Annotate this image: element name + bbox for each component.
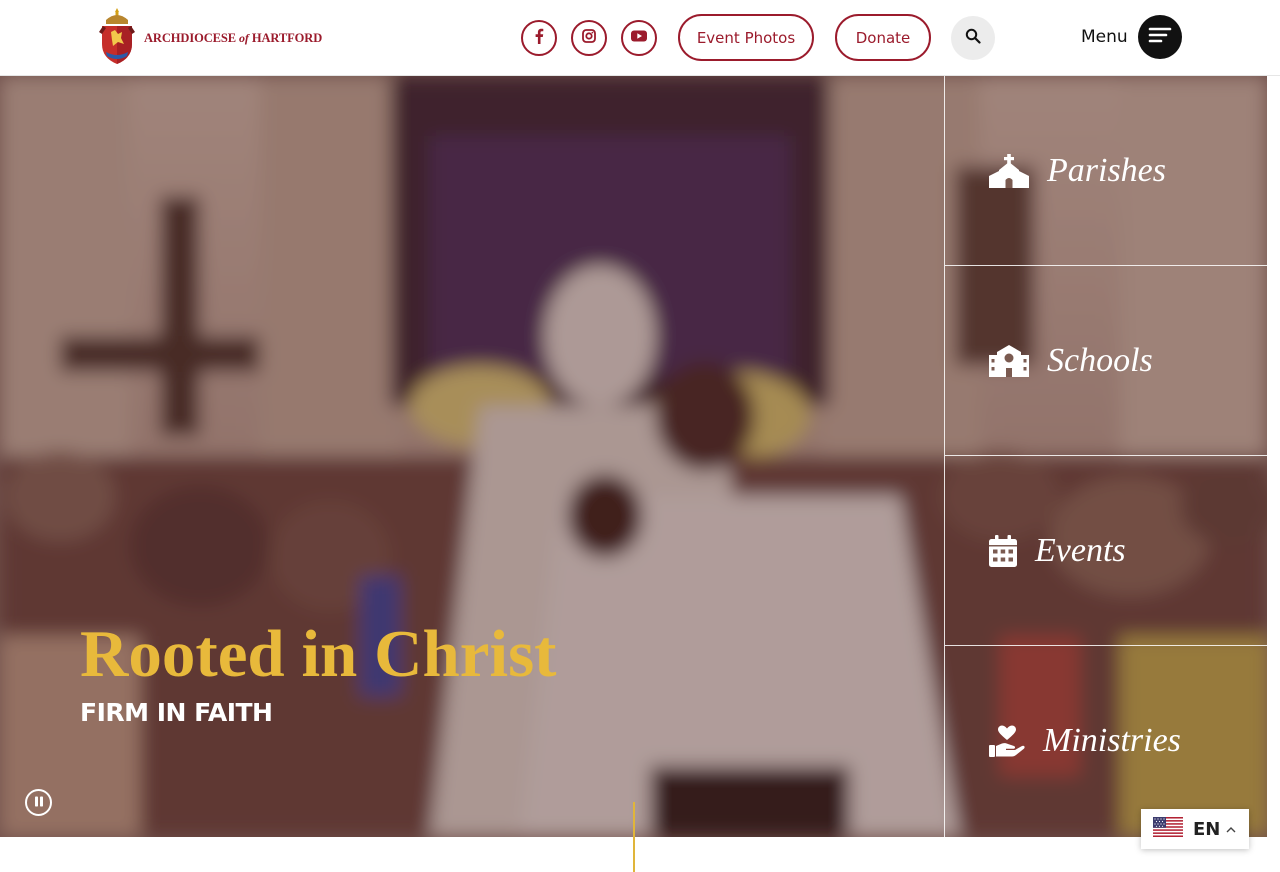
quick-link-events[interactable]: Events	[945, 456, 1267, 646]
search-button[interactable]	[951, 16, 995, 60]
event-photos-label: Event Photos	[696, 28, 796, 47]
pause-icon	[34, 794, 44, 812]
slideshow-pause-button[interactable]	[25, 789, 52, 816]
archdiocese-logo[interactable]: ARCHDIOCESE of HARTFORD	[98, 7, 322, 69]
quick-link-schools[interactable]: Schools	[945, 266, 1267, 456]
logo-wordmark: ARCHDIOCESE of HARTFORD	[144, 31, 322, 46]
instagram-icon	[582, 28, 596, 48]
logo-text-main: ARCHDIOCESE	[144, 30, 236, 45]
hamburger-icon	[1148, 25, 1172, 50]
quick-link-label: Ministries	[1043, 722, 1181, 759]
hero-subtitle: FIRM IN FAITH	[80, 698, 273, 727]
menu-label[interactable]: Menu	[1081, 27, 1128, 47]
hero-section: Rooted in Christ FIRM IN FAITH Parishes …	[0, 76, 1267, 837]
coat-of-arms-icon	[98, 7, 136, 69]
language-switcher[interactable]: EN	[1141, 809, 1249, 849]
youtube-button[interactable]	[621, 20, 657, 56]
youtube-icon	[631, 29, 647, 47]
hero-title: Rooted in Christ	[80, 617, 557, 691]
logo-text-of: of	[239, 30, 249, 45]
quick-link-parishes[interactable]: Parishes	[945, 76, 1267, 266]
quick-link-label: Parishes	[1047, 151, 1166, 189]
donate-button[interactable]: Donate	[835, 14, 931, 61]
logo-text-city: HARTFORD	[251, 30, 323, 45]
quick-link-ministries[interactable]: Ministries	[945, 646, 1267, 836]
quick-links-panel: Parishes Schools Events Ministries	[944, 76, 1267, 837]
instagram-button[interactable]	[571, 20, 607, 56]
event-photos-button[interactable]: Event Photos	[678, 14, 814, 61]
menu-button[interactable]	[1138, 15, 1182, 59]
quick-link-label: Schools	[1047, 341, 1153, 379]
chevron-up-icon	[1226, 826, 1236, 833]
facebook-icon	[532, 28, 546, 49]
search-icon	[965, 28, 981, 49]
calendar-icon	[989, 534, 1017, 568]
church-icon	[989, 153, 1029, 188]
facebook-button[interactable]	[521, 20, 557, 56]
quick-link-label: Events	[1035, 531, 1126, 569]
hand-heart-icon	[989, 724, 1025, 758]
site-header: ARCHDIOCESE of HARTFORD Event Photos Don…	[0, 0, 1280, 76]
scroll-indicator-line	[633, 802, 635, 872]
donate-label: Donate	[855, 28, 911, 47]
us-flag-icon	[1153, 816, 1183, 842]
school-icon	[989, 344, 1029, 378]
language-code: EN	[1193, 818, 1221, 840]
